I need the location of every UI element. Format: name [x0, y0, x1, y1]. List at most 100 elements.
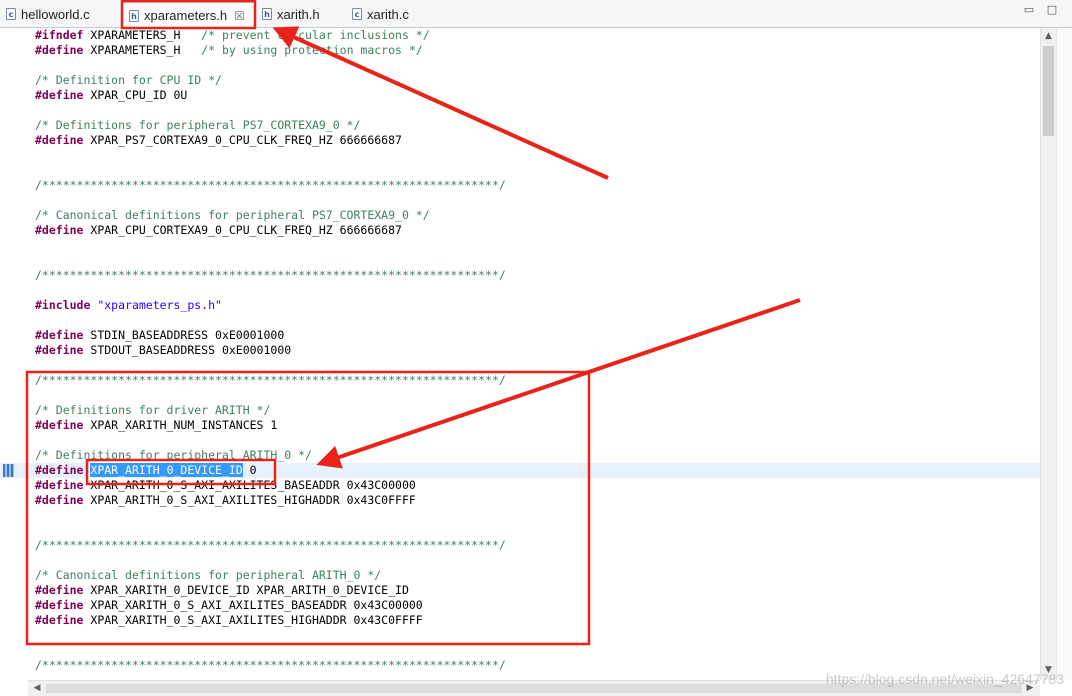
- code-line[interactable]: [0, 163, 1040, 178]
- tab-label: xarith.h: [277, 6, 320, 22]
- code-token: XPAR_PS7_CORTEXA9_0_CPU_CLK_FREQ_HZ 6666…: [83, 133, 402, 147]
- code-line[interactable]: #define XPAR_ARITH_0_S_AXI_AXILITES_BASE…: [0, 478, 1040, 493]
- tab-xparameters-h[interactable]: h xparameters.h ☒: [122, 2, 255, 28]
- comment-token: /* Definitions for driver ARITH */: [35, 403, 271, 417]
- code-line[interactable]: #define XPAR_XARITH_NUM_INSTANCES 1: [0, 418, 1040, 433]
- keyword-token: #ifndef: [35, 28, 84, 42]
- code-line[interactable]: #define XPAR_ARITH_0_S_AXI_AXILITES_HIGH…: [0, 493, 1040, 508]
- comment-token: /* Canonical definitions for peripheral …: [35, 568, 382, 582]
- code-line[interactable]: #ifndef XPARAMETERS_H /* prevent circula…: [0, 28, 1040, 43]
- code-line[interactable]: [0, 433, 1040, 448]
- maximize-icon[interactable]: □: [1045, 3, 1059, 17]
- code-line[interactable]: /* Canonical definitions for peripheral …: [0, 208, 1040, 223]
- code-line[interactable]: [0, 283, 1040, 298]
- code-line[interactable]: [0, 628, 1040, 643]
- code-line[interactable]: /* Definitions for driver ARITH */: [0, 403, 1040, 418]
- code-line[interactable]: #define XPAR_XARITH_0_S_AXI_AXILITES_BAS…: [0, 598, 1040, 613]
- code-line[interactable]: [0, 643, 1040, 658]
- code-line[interactable]: [0, 508, 1040, 523]
- minimize-icon[interactable]: ▭: [1022, 3, 1036, 17]
- comment-token: /* Canonical definitions for peripheral …: [35, 208, 430, 222]
- code-line[interactable]: [0, 388, 1040, 403]
- code-line[interactable]: #define XPARAMETERS_H /* by using protec…: [0, 43, 1040, 58]
- tab-label: xarith.c: [367, 6, 409, 22]
- code-line[interactable]: /* Definition for CPU ID */: [0, 73, 1040, 88]
- code-token: XPAR_XARITH_0_DEVICE_ID XPAR_ARITH_0_DEV…: [83, 583, 409, 597]
- keyword-token: #define: [35, 583, 84, 597]
- keyword-token: #define: [35, 418, 84, 432]
- comment-token: /* Definitions for peripheral ARITH_0 */: [35, 448, 312, 462]
- code-token: XPAR_XARITH_NUM_INSTANCES 1: [83, 418, 278, 432]
- code-line[interactable]: [0, 238, 1040, 253]
- code-token: STDIN_BASEADDRESS 0xE0001000: [83, 328, 285, 342]
- code-line[interactable]: /***************************************…: [0, 268, 1040, 283]
- code-line[interactable]: [0, 313, 1040, 328]
- code-token: XPAR_ARITH_0_S_AXI_AXILITES_HIGHADDR 0x4…: [83, 493, 416, 507]
- code-line[interactable]: [0, 148, 1040, 163]
- keyword-token: #define: [35, 463, 84, 477]
- close-tab-icon[interactable]: ☒: [234, 9, 245, 23]
- code-line[interactable]: #include "xparameters_ps.h": [0, 298, 1040, 313]
- code-token: 0: [242, 463, 257, 477]
- occurrence-marker-icon: [3, 464, 14, 477]
- scroll-up-icon[interactable]: ▲: [1043, 30, 1054, 42]
- code-line[interactable]: #define XPAR_XARITH_0_DEVICE_ID XPAR_ARI…: [0, 583, 1040, 598]
- comment-token: /* Definitions for peripheral PS7_CORTEX…: [35, 118, 361, 132]
- code-line[interactable]: /* Definitions for peripheral ARITH_0 */: [0, 448, 1040, 463]
- tab-label: xparameters.h: [144, 8, 228, 23]
- code-line[interactable]: [0, 193, 1040, 208]
- code-line[interactable]: [0, 523, 1040, 538]
- code-token: XPARAMETERS_H: [83, 28, 202, 42]
- h-file-icon: h: [129, 9, 139, 22]
- code-line[interactable]: [0, 253, 1040, 268]
- keyword-token: #define: [35, 43, 84, 57]
- tab-helloworld-c[interactable]: c helloworld.c: [6, 3, 90, 25]
- c-file-icon: c: [6, 8, 16, 20]
- keyword-token: #define: [35, 328, 84, 342]
- comment-token: /* by using protection macros */: [201, 43, 423, 57]
- comment-token: /* prevent circular inclusions */: [201, 28, 430, 42]
- tab-label: helloworld.c: [21, 6, 90, 22]
- code-token: XPAR_CPU_ID 0U: [83, 88, 188, 102]
- code-line[interactable]: [0, 103, 1040, 118]
- code-line[interactable]: #define XPAR_PS7_CORTEXA9_0_CPU_CLK_FREQ…: [0, 133, 1040, 148]
- vertical-scrollbar[interactable]: ▲ ▼: [1040, 28, 1056, 680]
- code-line[interactable]: #define XPAR_CPU_CORTEXA9_0_CPU_CLK_FREQ…: [0, 223, 1040, 238]
- comment-token: /***************************************…: [35, 268, 506, 282]
- code-line[interactable]: #define STDOUT_BASEADDRESS 0xE0001000: [0, 343, 1040, 358]
- code-token: STDOUT_BASEADDRESS 0xE0001000: [83, 343, 292, 357]
- code-editor[interactable]: #ifndef XPARAMETERS_H /* prevent circula…: [0, 28, 1056, 680]
- tab-xarith-h[interactable]: h xarith.h: [262, 3, 320, 25]
- code-line[interactable]: #define XPAR_CPU_ID 0U: [0, 88, 1040, 103]
- keyword-token: #define: [35, 493, 84, 507]
- vertical-scroll-thumb[interactable]: [1043, 46, 1054, 136]
- code-line[interactable]: #define XPAR_ARITH_0_DEVICE_ID 0: [0, 463, 1040, 478]
- comment-token: /***************************************…: [35, 658, 506, 672]
- keyword-token: #include: [35, 298, 91, 312]
- code-token: XPAR_XARITH_0_S_AXI_AXILITES_BASEADDR 0x…: [83, 598, 423, 612]
- code-line[interactable]: [0, 358, 1040, 373]
- selected-text: XPAR_ARITH_0_DEVICE_ID: [90, 463, 243, 477]
- keyword-token: #define: [35, 343, 84, 357]
- keyword-token: #define: [35, 598, 84, 612]
- code-line[interactable]: #define XPAR_XARITH_0_S_AXI_AXILITES_HIG…: [0, 613, 1040, 628]
- keyword-token: #define: [35, 478, 84, 492]
- keyword-token: #define: [35, 223, 84, 237]
- code-line[interactable]: [0, 553, 1040, 568]
- keyword-token: #define: [35, 88, 84, 102]
- code-line[interactable]: /* Canonical definitions for peripheral …: [0, 568, 1040, 583]
- comment-token: /***************************************…: [35, 373, 506, 387]
- c-file-icon: c: [352, 8, 362, 20]
- code-line[interactable]: /***************************************…: [0, 538, 1040, 553]
- tab-xarith-c[interactable]: c xarith.c: [352, 3, 409, 25]
- comment-token: /***************************************…: [35, 538, 506, 552]
- editor-tab-bar: c helloworld.c h xparameters.h ☒ h xarit…: [0, 0, 1072, 28]
- code-lines: #ifndef XPARAMETERS_H /* prevent circula…: [0, 28, 1040, 673]
- scroll-left-icon[interactable]: ◀: [31, 682, 43, 694]
- keyword-token: #define: [35, 133, 84, 147]
- code-line[interactable]: [0, 58, 1040, 73]
- code-line[interactable]: /* Definitions for peripheral PS7_CORTEX…: [0, 118, 1040, 133]
- code-line[interactable]: /***************************************…: [0, 373, 1040, 388]
- code-line[interactable]: /***************************************…: [0, 178, 1040, 193]
- code-line[interactable]: #define STDIN_BASEADDRESS 0xE0001000: [0, 328, 1040, 343]
